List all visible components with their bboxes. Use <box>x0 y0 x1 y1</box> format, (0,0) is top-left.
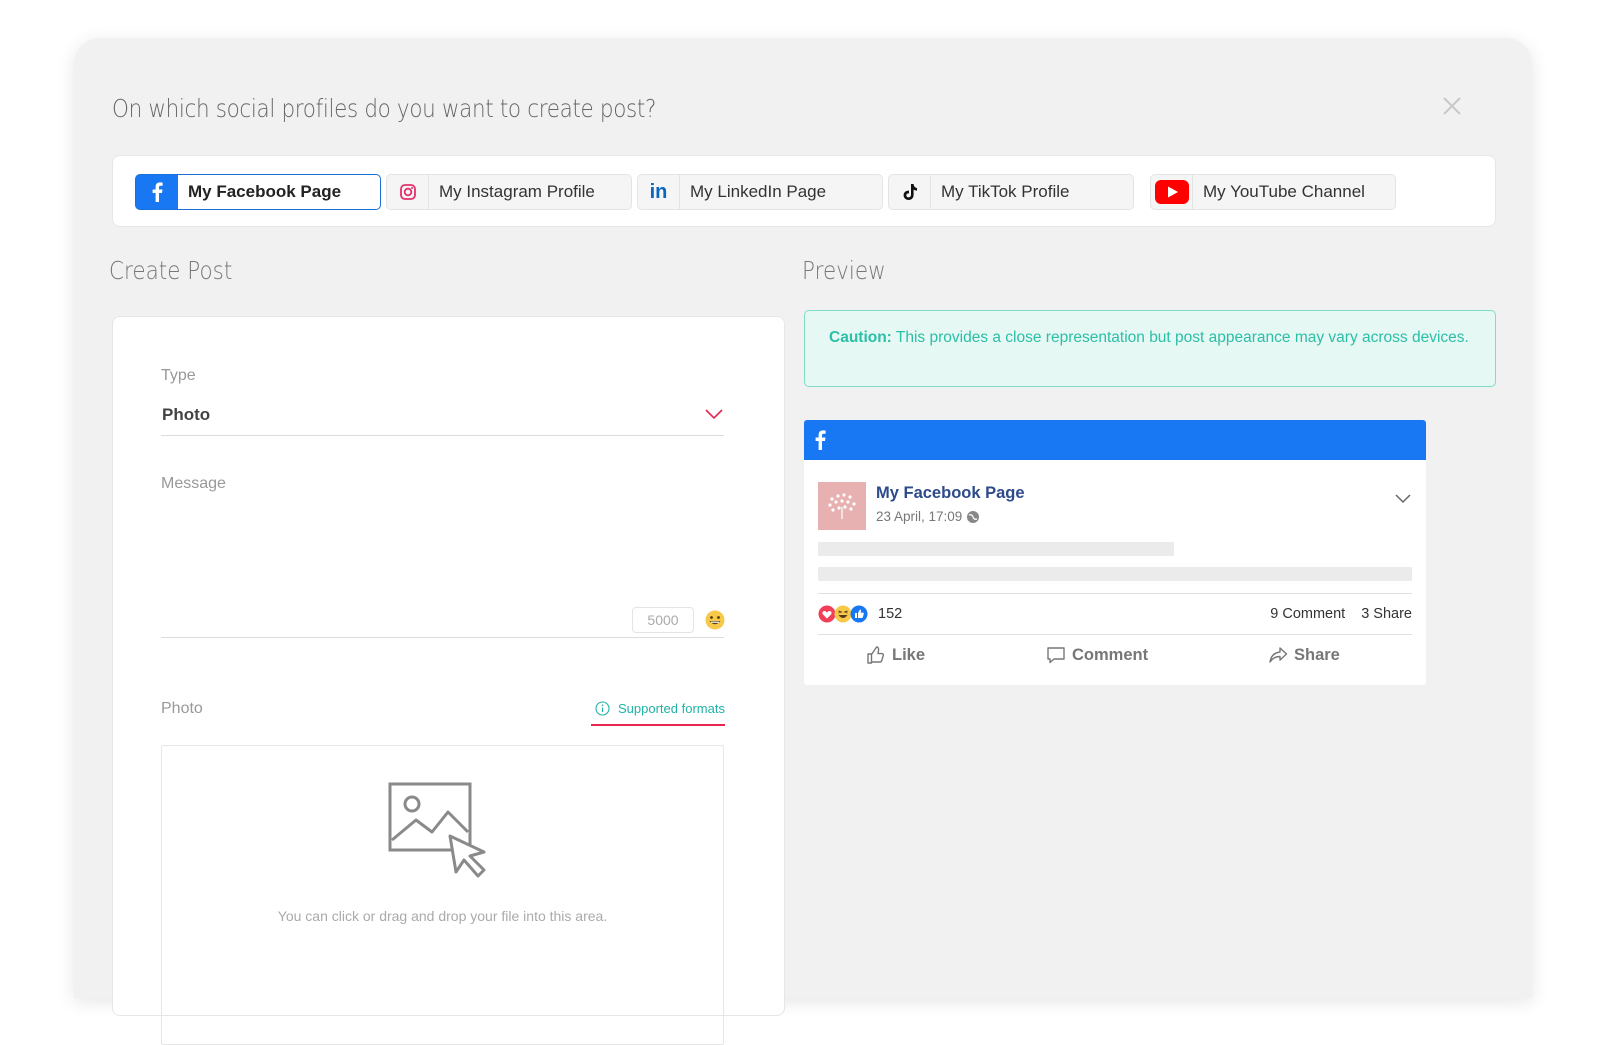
type-select[interactable]: Photo <box>162 405 210 425</box>
like-label: Like <box>892 645 926 664</box>
supported-formats-label: Supported formats <box>618 701 725 716</box>
reaction-count: 152 <box>878 606 903 622</box>
profile-chip-linkedin[interactable]: in My LinkedIn Page <box>637 174 883 210</box>
profile-chip-youtube[interactable]: My YouTube Channel <box>1150 174 1396 210</box>
create-post-modal: On which social profiles do you want to … <box>74 38 1532 1045</box>
caution-text: This provides a close representation but… <box>895 329 1469 346</box>
preview-title: Preview <box>802 256 886 285</box>
profile-label: My LinkedIn Page <box>690 182 827 201</box>
tiktok-icon <box>889 175 931 209</box>
profile-chip-instagram[interactable]: My Instagram Profile <box>386 174 632 210</box>
instagram-icon <box>387 175 429 209</box>
share-count[interactable]: 3 Share <box>1361 606 1412 622</box>
divider <box>161 637 724 638</box>
text-placeholder <box>818 567 1412 581</box>
photo-label: Photo <box>161 700 203 717</box>
preview-header <box>804 420 1426 460</box>
char-counter: 5000 <box>632 607 694 633</box>
caution-banner: Caution: This provides a close represent… <box>804 310 1496 387</box>
chevron-down-icon[interactable] <box>704 407 724 421</box>
photo-drop-zone[interactable]: You can click or drag and drop your file… <box>161 745 724 1045</box>
info-icon <box>595 701 610 716</box>
annotation-underline <box>591 724 725 726</box>
post-actions: Like Comment Share <box>818 645 1412 675</box>
like-button[interactable]: Like <box>866 645 925 665</box>
supported-formats-link[interactable]: Supported formats <box>595 701 725 716</box>
drop-zone-hint: You can click or drag and drop your file… <box>277 908 608 924</box>
facebook-icon <box>815 430 826 450</box>
avatar <box>818 482 866 530</box>
profile-label: My Instagram Profile <box>439 182 595 201</box>
profile-label: My Facebook Page <box>188 182 342 201</box>
comment-label: Comment <box>1072 645 1149 664</box>
reactions[interactable]: 152 <box>818 605 902 623</box>
globe-icon <box>967 510 980 523</box>
like-reaction-icon <box>850 605 868 623</box>
share-icon <box>1269 647 1288 663</box>
share-label: Share <box>1294 645 1340 664</box>
create-post-form: Type Photo Message 5000 Photo Supported … <box>112 316 785 1045</box>
preview-page-name: My Facebook Page <box>876 484 1025 502</box>
thumbs-up-icon <box>867 646 885 664</box>
preview-date-text: 23 April, 17:09 <box>876 509 963 524</box>
divider <box>161 435 724 436</box>
profile-label: My YouTube Channel <box>1203 182 1365 201</box>
preview-date: 23 April, 17:09 <box>876 509 980 524</box>
profile-selector: My Facebook Page My Instagram Profile in… <box>112 155 1496 227</box>
create-post-title: Create Post <box>109 256 233 285</box>
comment-icon <box>1047 647 1065 664</box>
type-label: Type <box>161 367 196 384</box>
share-button[interactable]: Share <box>1268 645 1340 665</box>
comment-count[interactable]: 9 Comment <box>1270 606 1345 622</box>
profile-chip-tiktok[interactable]: My TikTok Profile <box>888 174 1134 210</box>
linkedin-icon: in <box>638 175 680 209</box>
post-stats: 9 Comment 3 Share <box>1270 606 1412 622</box>
close-icon[interactable] <box>1439 93 1465 119</box>
modal-title: On which social profiles do you want to … <box>112 94 657 123</box>
divider <box>818 634 1412 635</box>
image-upload-icon <box>388 782 486 878</box>
text-placeholder <box>818 542 1174 556</box>
youtube-icon <box>1151 175 1193 209</box>
chevron-down-icon[interactable] <box>1394 492 1412 504</box>
emoji-icon[interactable] <box>704 609 726 631</box>
profile-chip-facebook[interactable]: My Facebook Page <box>135 174 381 210</box>
profile-label: My TikTok Profile <box>941 182 1070 201</box>
facebook-post-preview: My Facebook Page 23 April, 17:09 152 9 C… <box>804 420 1426 685</box>
divider <box>818 593 1412 594</box>
facebook-icon <box>136 175 178 209</box>
message-label: Message <box>161 475 226 492</box>
caution-label: Caution: <box>829 329 892 346</box>
comment-button[interactable]: Comment <box>1046 645 1148 665</box>
